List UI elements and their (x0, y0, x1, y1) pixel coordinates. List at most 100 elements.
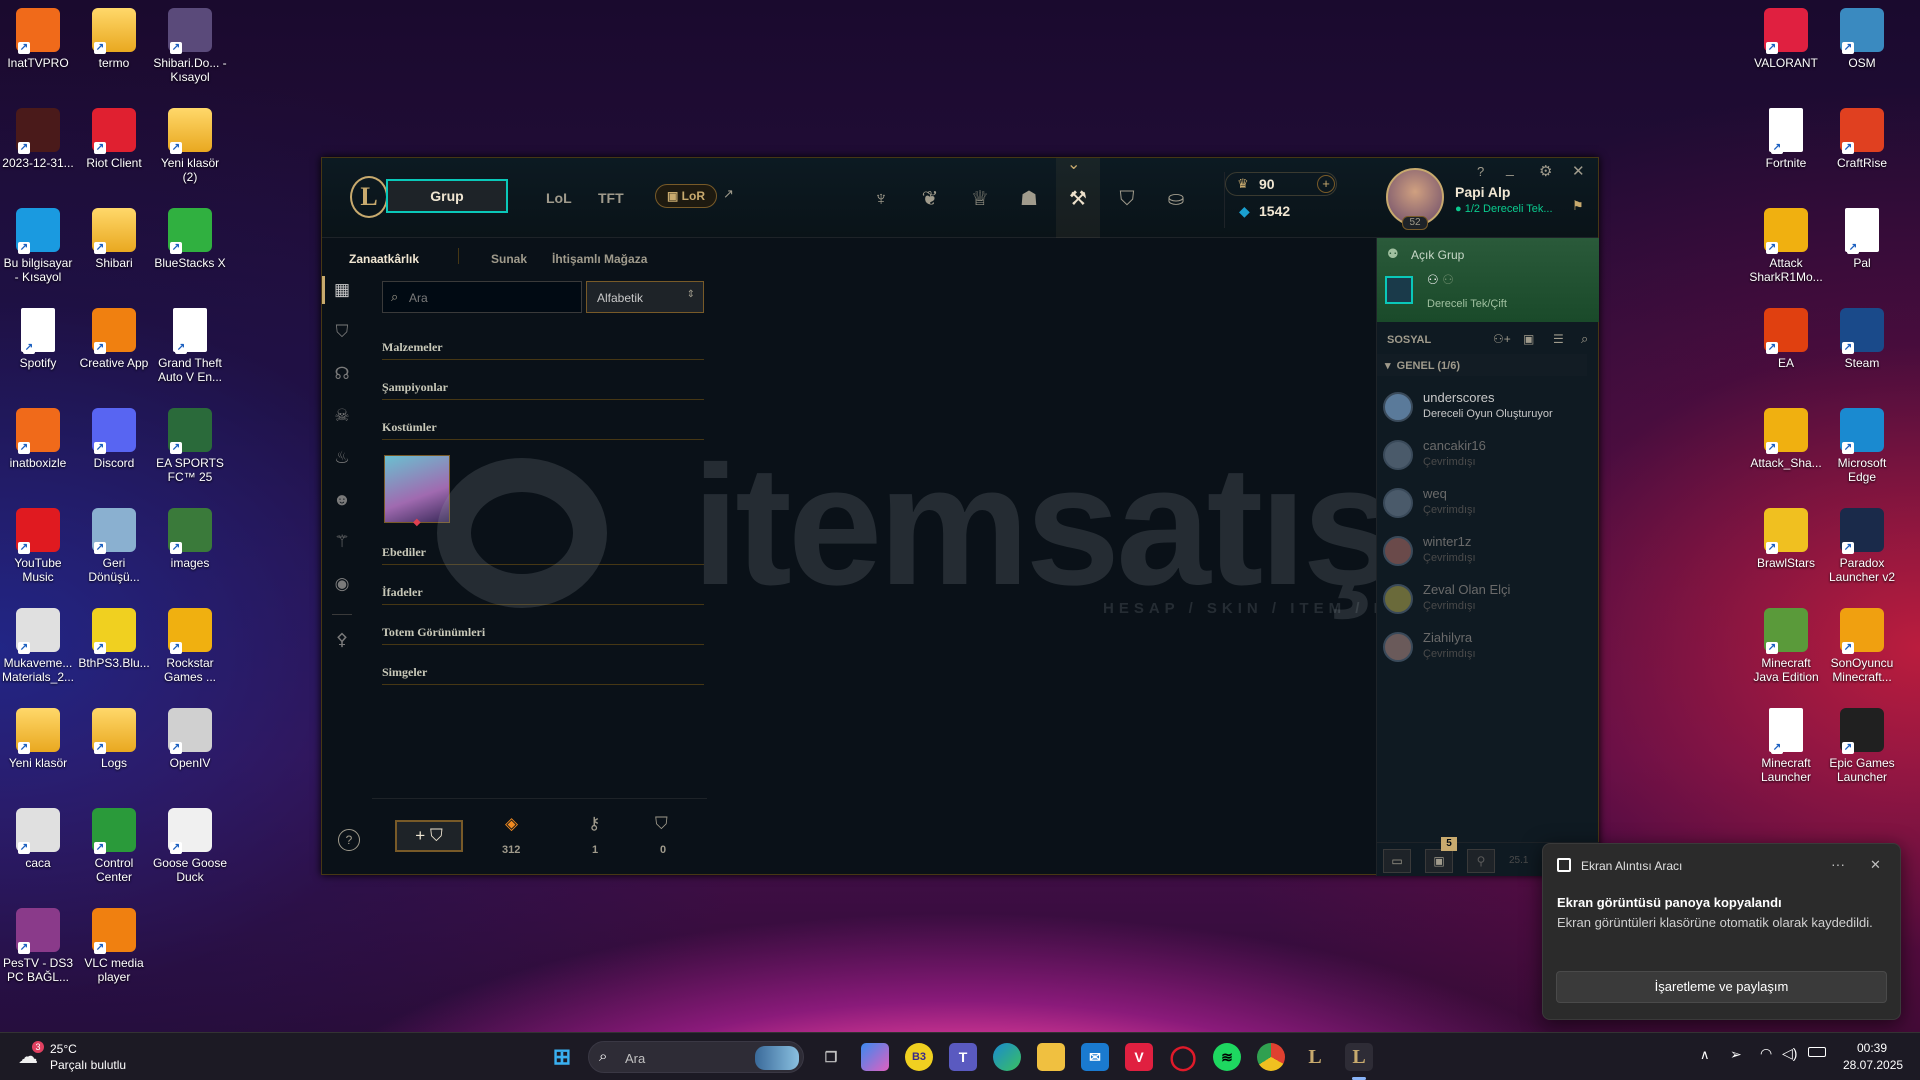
desktop-icon[interactable]: ↗ CraftRise (1824, 108, 1900, 170)
add-friend-icon[interactable]: ⚇+ (1493, 332, 1511, 346)
desktop-icon[interactable]: ↗ VALORANT (1748, 8, 1824, 70)
copilot-icon[interactable] (861, 1043, 889, 1071)
desktop-icon[interactable]: ↗ Creative App (76, 308, 152, 370)
lol-logo[interactable]: L (350, 176, 388, 218)
champions-icon[interactable]: ☊ (330, 362, 354, 386)
desktop-icon[interactable]: ↗ Minecraft Launcher (1748, 708, 1824, 784)
profile-icon[interactable]: ❦ (917, 186, 943, 212)
desktop-icon[interactable]: ↗ Spotify (0, 308, 76, 370)
emotes-icon[interactable]: ☻ (330, 488, 354, 512)
teams-icon[interactable]: T (949, 1043, 977, 1071)
icons-icon[interactable]: ◉ (330, 572, 354, 596)
category-champions[interactable]: Şampiyonlar (382, 380, 704, 400)
desktop-icon[interactable]: ↗ VLC media player (76, 908, 152, 984)
desktop-icon[interactable]: ↗ Control Center (76, 808, 152, 884)
desktop-icon[interactable]: ↗ Shibari.Do... - Kısayol (152, 8, 228, 84)
store-icon[interactable]: ⛉ (1114, 186, 1140, 212)
voice-icon[interactable]: ⚲ (1467, 849, 1495, 873)
all-items-icon[interactable]: ▦ (330, 278, 354, 302)
taskbar-search[interactable]: ⌕ Ara (588, 1041, 804, 1073)
desktop-icon[interactable]: ↗ Yeni klasör (0, 708, 76, 770)
desktop-icon[interactable]: ↗ Goose Goose Duck (152, 808, 228, 884)
wifi-icon[interactable]: ◠ (1760, 1045, 1772, 1062)
volume-icon[interactable]: ◁) (1782, 1045, 1797, 1062)
add-chest-button[interactable]: + ⛉ (395, 820, 463, 852)
desktop-icon[interactable]: ↗ Epic Games Launcher (1824, 708, 1900, 784)
tab-crafting[interactable]: Zanaatkârlık (349, 252, 419, 266)
category-icons[interactable]: Simgeler (382, 665, 704, 685)
desktop-icon[interactable]: ↗ Fortnite (1748, 108, 1824, 170)
desktop-icon[interactable]: ↗ Attack_Sha... (1748, 408, 1824, 470)
ward-skins-icon[interactable]: ⚚ (330, 530, 354, 554)
friend-group-header[interactable]: ▾ GENEL (1/6) (1377, 354, 1587, 376)
desktop-icon[interactable]: ↗ caca (0, 808, 76, 870)
desktop-icon[interactable]: ↗ Minecraft Java Edition (1748, 608, 1824, 684)
clock-date[interactable]: 28.07.2025 (1843, 1058, 1903, 1072)
desktop-icon[interactable]: ↗ InatTVPRO (0, 8, 76, 70)
desktop-icon[interactable]: ↗ images (152, 508, 228, 570)
eternals-icon[interactable]: ♨ (330, 446, 354, 470)
edge-icon[interactable] (993, 1043, 1021, 1071)
help-button[interactable]: ? (338, 829, 360, 851)
search-input[interactable]: ⌕ Ara (382, 281, 582, 313)
desktop-icon[interactable]: ↗ Yeni klasör (2) (152, 108, 228, 184)
desktop-icon[interactable]: ↗ Pal (1824, 208, 1900, 270)
help-icon[interactable]: ? (1477, 164, 1484, 179)
opera-icon[interactable]: ◯ (1169, 1043, 1197, 1071)
add-folder-icon[interactable]: ▣ (1523, 332, 1534, 346)
collection-icon[interactable]: ♕ (967, 186, 993, 212)
inventory-icon[interactable]: ☗ (1016, 186, 1042, 212)
tray-chevron-icon[interactable]: ∧ (1700, 1047, 1710, 1063)
lol-client-taskbar-icon[interactable]: L (1345, 1043, 1373, 1071)
skins-icon[interactable]: ☠ (330, 404, 354, 428)
settings-icon[interactable]: ⚙ (1539, 162, 1552, 180)
materials-icon[interactable]: ⛉ (330, 320, 354, 344)
desktop-icon[interactable]: ↗ Grand Theft Auto V En... (152, 308, 228, 384)
more-options-icon[interactable]: ··· (1831, 856, 1845, 872)
friend-item[interactable]: weq Çevrimdışı (1383, 484, 1593, 528)
task-view-icon[interactable]: ❐ (817, 1043, 845, 1071)
desktop-icon[interactable]: ↗ YouTube Music (0, 508, 76, 584)
sort-select[interactable]: Alfabetik ⇕ (586, 281, 704, 313)
desktop-icon[interactable]: ↗ BlueStacks X (152, 208, 228, 270)
chrome-icon[interactable] (1257, 1043, 1285, 1071)
friend-item[interactable]: winter1z Çevrimdışı (1383, 532, 1593, 576)
close-icon[interactable]: ✕ (1572, 162, 1585, 180)
desktop-icon[interactable]: ↗ PesTV - DS3 PC BAĞL... (0, 908, 76, 984)
desktop-icon[interactable]: ↗ termo (76, 8, 152, 70)
desktop-icon[interactable]: ↗ Attack SharkR1Mo... (1748, 208, 1824, 284)
desktop-icon[interactable]: ↗ Discord (76, 408, 152, 470)
desktop-icon[interactable]: ↗ Logs (76, 708, 152, 770)
desktop-icon[interactable]: ↗ EA (1748, 308, 1824, 370)
mission-icon[interactable]: ⚑ (1572, 198, 1584, 214)
friend-item[interactable]: cancakir16 Çevrimdışı (1383, 436, 1593, 480)
category-eternals[interactable]: Ebediler (382, 545, 704, 565)
spotify-icon[interactable]: ≋ (1213, 1043, 1241, 1071)
desktop-icon[interactable]: ↗ Bu bilgisayar - Kısayol (0, 208, 76, 284)
tab-altar[interactable]: Sunak (491, 252, 527, 266)
desktop-icon[interactable]: ↗ Shibari (76, 208, 152, 270)
disenchant-icon[interactable]: ⚴ (330, 628, 354, 652)
desktop-icon[interactable]: ↗ inatboxizle (0, 408, 76, 470)
friend-item[interactable]: underscores Dereceli Oyun Oluşturuyor (1383, 388, 1593, 432)
markup-share-button[interactable]: İşaretleme ve paylaşım (1556, 971, 1887, 1003)
mail-icon[interactable]: ✉ (1081, 1043, 1109, 1071)
profile-name[interactable]: Papi Alp (1455, 184, 1511, 200)
category-materials[interactable]: Malzemeler (382, 340, 704, 360)
desktop-icon[interactable]: ↗ BthPS3.Blu... (76, 608, 152, 670)
close-toast-icon[interactable]: ✕ (1870, 857, 1881, 873)
desktop-icon[interactable]: ↗ Rockstar Games ... (152, 608, 228, 684)
nav-lol[interactable]: LoL (546, 190, 572, 206)
tab-prestige-shop[interactable]: İhtişamlı Mağaza (552, 252, 647, 266)
file-explorer-icon[interactable] (1037, 1043, 1065, 1071)
desktop-icon[interactable]: ↗ Microsoft Edge (1824, 408, 1900, 484)
category-ward-skins[interactable]: Totem Görünümleri (382, 625, 704, 645)
desktop-icon[interactable]: ↗ Paradox Launcher v2 (1824, 508, 1900, 584)
desktop-icon[interactable]: ↗ Mukaveme... Materials_2... (0, 608, 76, 684)
desktop-icon[interactable]: ↗ OSM (1824, 8, 1900, 70)
desktop-icon[interactable]: ↗ EA SPORTS FC™ 25 (152, 408, 228, 484)
category-skins[interactable]: Kostümler (382, 420, 704, 440)
desktop-icon[interactable]: ↗ Steam (1824, 308, 1900, 370)
clock-time[interactable]: 00:39 (1857, 1041, 1887, 1055)
battery-icon[interactable] (1808, 1047, 1826, 1057)
